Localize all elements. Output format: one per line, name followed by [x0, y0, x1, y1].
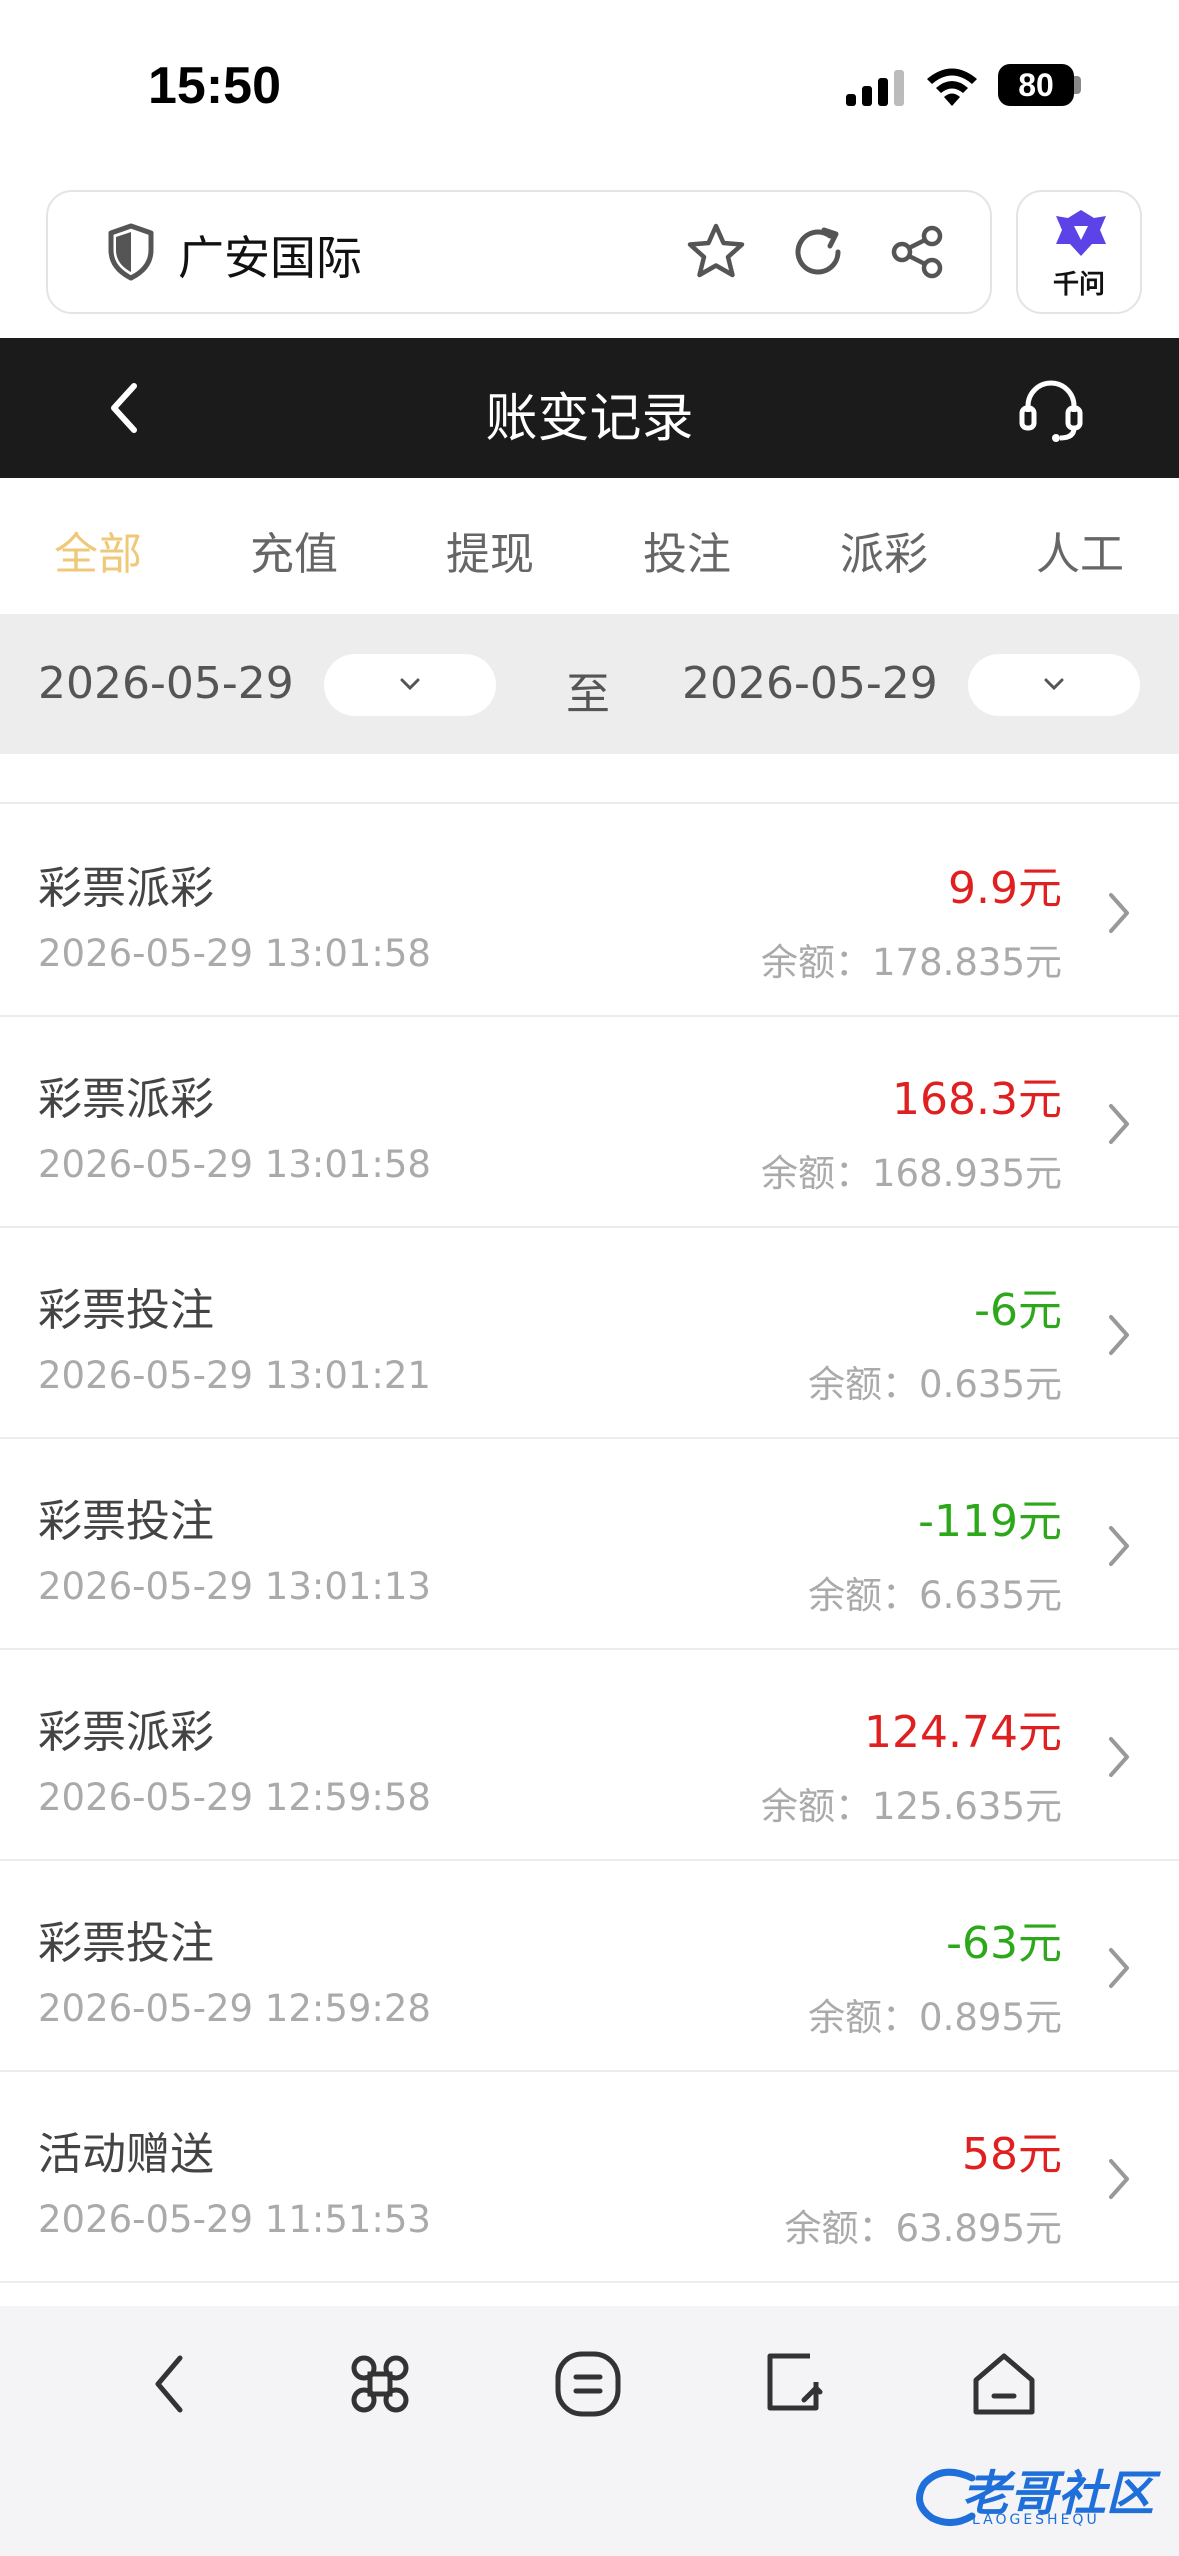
- chevron-right-icon: [1109, 1948, 1129, 1988]
- record-time: 2026-05-29 13:01:21: [38, 1354, 431, 1397]
- shield-icon: [108, 223, 154, 281]
- list-item[interactable]: 彩票派彩 2026-05-29 13:01:58 168.3元余额：168.935元: [0, 1017, 1179, 1228]
- chevron-right-icon: [1109, 893, 1129, 933]
- record-title: 彩票派彩: [38, 1074, 214, 1125]
- tab-withdraw[interactable]: 提现: [410, 518, 570, 582]
- end-date-select[interactable]: [968, 654, 1140, 716]
- page-title: 账变记录: [485, 389, 694, 449]
- status-time: 15:50: [148, 57, 281, 115]
- chevron-right-icon: [1109, 1315, 1129, 1355]
- record-time: 2026-05-29 13:01:13: [38, 1565, 431, 1608]
- record-title: 彩票派彩: [38, 1707, 214, 1758]
- record-amount: 9.9元: [948, 863, 1062, 914]
- share-icon[interactable]: [888, 222, 948, 282]
- record-balance: 余额：178.835元: [760, 941, 1062, 984]
- record-time: 2026-05-29 12:59:28: [38, 1987, 431, 2030]
- menu-icon[interactable]: [550, 2346, 626, 2422]
- record-title: 彩票投注: [38, 1285, 214, 1336]
- record-balance: 余额：6.635元: [808, 1574, 1062, 1617]
- tab-bet[interactable]: 投注: [607, 518, 767, 582]
- record-list[interactable]: 彩票派彩 2026-05-29 13:01:58 9.9元 余额：178.835元 彩票…: [0, 754, 1179, 2284]
- qianwen-label: 千问: [1052, 270, 1105, 300]
- status-bar: 15:50 80: [0, 0, 1179, 170]
- record-time: 2026-05-29 12:59:58: [38, 1776, 431, 1819]
- tab-deposit[interactable]: 充值: [214, 518, 374, 582]
- record-amount: 168.3元: [892, 1074, 1062, 1125]
- customer-service-icon[interactable]: [1016, 374, 1086, 444]
- list-item[interactable]: 彩票派彩 2026-05-29 13:01:58 9.9元余额：178.835元: [0, 806, 1179, 1017]
- back-icon[interactable]: [134, 2346, 210, 2422]
- site-title: 广安国际: [178, 231, 362, 285]
- start-date: 2026-05-29: [38, 658, 294, 709]
- wifi-icon: [927, 68, 977, 106]
- record-time: 2026-05-29 13:01:58: [38, 932, 431, 975]
- date-separator: 至: [566, 669, 610, 720]
- home-icon[interactable]: [966, 2346, 1042, 2422]
- filter-tabs: 全部 充值 提现 投注 派彩 人工: [0, 478, 1179, 614]
- record-amount: -119元: [918, 1496, 1062, 1547]
- record-title: 活动赠送: [38, 2129, 214, 2180]
- watermark-subtext: LAOGESHEQU: [972, 2512, 1100, 2528]
- record-balance: 余额：125.635元: [760, 1785, 1062, 1828]
- record-time: 2026-05-29 11:51:53: [38, 2198, 431, 2241]
- list-item[interactable]: 彩票投注 2026-05-29 13:01:13 -119元余额：6.635元: [0, 1439, 1179, 1650]
- battery-cap: [1074, 76, 1081, 94]
- record-title: 彩票投注: [38, 1496, 214, 1547]
- app-header: 账变记录: [0, 338, 1179, 478]
- tab-all[interactable]: 全部: [18, 518, 178, 582]
- date-filter: 2026-05-29 至 2026-05-29: [0, 614, 1179, 754]
- battery-icon: 80: [998, 64, 1074, 106]
- chevron-right-icon: [1109, 1737, 1129, 1777]
- chevron-down-icon: [1044, 678, 1064, 691]
- tab-payout[interactable]: 派彩: [804, 518, 964, 582]
- record-balance: 余额：63.895元: [784, 2207, 1062, 2250]
- record-balance: 余额：168.935元: [760, 1152, 1062, 1195]
- list-item[interactable]: 活动赠送 2026-05-29 11:51:53 58元余额：63.895元: [0, 2072, 1179, 2283]
- start-date-select[interactable]: [324, 654, 496, 716]
- qianwen-logo-icon: [1056, 210, 1106, 256]
- command-icon[interactable]: [342, 2346, 418, 2422]
- end-date: 2026-05-29: [682, 658, 938, 709]
- chevron-right-icon: [1109, 1526, 1129, 1566]
- list-item[interactable]: 彩票投注 2026-05-29 12:59:28 -63元余额：0.895元: [0, 1861, 1179, 2072]
- reload-icon[interactable]: [788, 222, 848, 282]
- record-amount: 58元: [962, 2129, 1062, 2180]
- qianwen-assistant-button[interactable]: 千问: [1016, 190, 1142, 314]
- list-item[interactable]: 彩票派彩 2026-05-29 12:59:58 124.74元余额：125.635…: [0, 1650, 1179, 1861]
- chevron-down-icon: [400, 678, 420, 691]
- tabs-icon[interactable]: [758, 2346, 834, 2422]
- record-time: 2026-05-29 13:01:58: [38, 1143, 431, 1186]
- cellular-signal-icon: [846, 70, 904, 106]
- record-balance: 余额：0.895元: [808, 1996, 1062, 2039]
- record-title: 彩票派彩: [38, 863, 214, 914]
- record-balance: 余额：0.635元: [808, 1363, 1062, 1406]
- watermark-logo: 老哥社区 LAOGESHEQU: [912, 2450, 1168, 2540]
- chevron-right-icon: [1109, 2159, 1129, 2199]
- tab-manual[interactable]: 人工: [1000, 518, 1160, 582]
- list-item-partial: [0, 754, 1179, 804]
- list-item[interactable]: 彩票投注 2026-05-29 13:01:21 -6元余额：0.635元: [0, 1228, 1179, 1439]
- record-amount: -63元: [946, 1918, 1062, 1969]
- record-title: 彩票投注: [38, 1918, 214, 1969]
- url-bar[interactable]: 广安国际: [46, 190, 992, 314]
- record-amount: -6元: [974, 1285, 1062, 1336]
- star-icon[interactable]: [684, 220, 748, 284]
- chevron-right-icon: [1109, 1104, 1129, 1144]
- record-amount: 124.74元: [864, 1707, 1062, 1758]
